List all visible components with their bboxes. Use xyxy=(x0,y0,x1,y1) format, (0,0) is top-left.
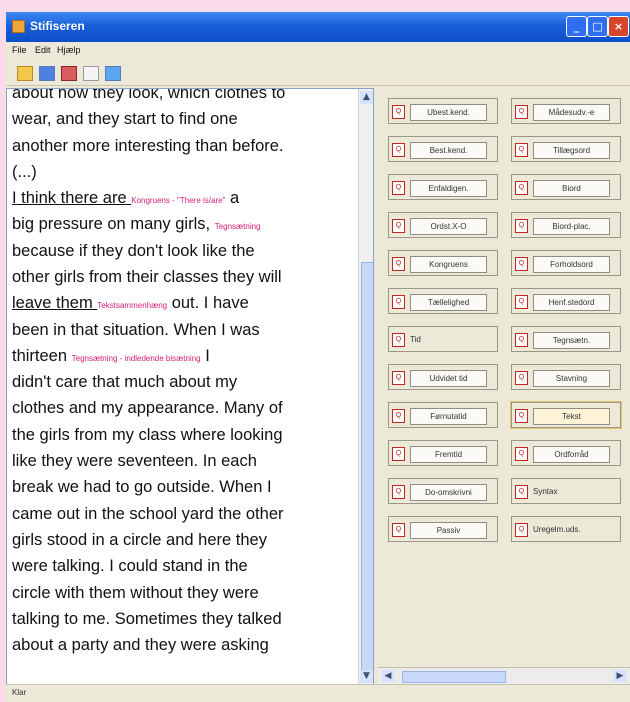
text-line: another more interesting than before. xyxy=(12,137,284,155)
text-line-with-error: thirteen Tegnsætning - indledende bisætn… xyxy=(12,347,210,365)
text-line: wear, and they start to find one xyxy=(12,110,238,128)
text-line: because if they don't look like the xyxy=(12,242,255,260)
text-line: (...) xyxy=(12,163,37,181)
text-line: been in that situation. When I was xyxy=(12,321,260,339)
category-button[interactable]: Q Biord xyxy=(511,174,621,200)
text-line: didn't care that much about my xyxy=(12,373,238,391)
menu-bar: File Edit Hjælp xyxy=(6,42,630,60)
error-category-panel: Q Ubest.kend. Q Mådesudv.-e Q Best.kend. QT… xyxy=(378,88,630,684)
text-line: clothes and my appearance. Many of xyxy=(12,399,283,417)
text-line-with-error: leave them Tekstsammenhæng out. I have xyxy=(12,294,249,312)
category-button[interactable]: Q Henf.stedord xyxy=(511,288,621,314)
close-button[interactable]: × xyxy=(608,16,629,37)
document-icon[interactable] xyxy=(83,66,99,81)
category-button[interactable]: Q Tegnsætn. xyxy=(511,326,621,352)
category-button[interactable]: Q Ubest.kend. xyxy=(388,98,498,124)
category-button[interactable]: Q Uregelm.uds. xyxy=(511,516,621,542)
menu-edit[interactable]: Edit xyxy=(35,45,51,55)
text-line: other girls from their classes they will xyxy=(12,268,282,286)
category-button[interactable]: Q Førnutatid xyxy=(388,402,498,428)
text-line: came out in the school yard the other xyxy=(12,505,284,523)
category-button[interactable]: Q Mådesudv.-e xyxy=(511,98,621,124)
text-line: talking to me. Sometimes they talked xyxy=(12,610,282,628)
text-line-with-error: I think there are Kongruens - "There is/… xyxy=(12,189,240,207)
save-icon[interactable] xyxy=(39,66,55,81)
category-button[interactable]: Q Udvidet tid xyxy=(388,364,498,390)
category-button[interactable]: Q Syntax xyxy=(511,478,621,504)
maximize-button[interactable]: □ xyxy=(587,16,608,37)
category-button[interactable]: Q Do-omskrivni xyxy=(388,478,498,504)
category-button[interactable]: Q Ordforråd xyxy=(511,440,621,466)
error-annotation[interactable]: Kongruens - "There is/are" xyxy=(131,196,225,205)
vertical-scrollbar[interactable]: ▲ ▼ xyxy=(358,89,373,685)
scroll-down-icon[interactable]: ▼ xyxy=(360,670,373,683)
application-window: Stifiseren _ □ × File Edit Hjælp about h… xyxy=(6,12,630,702)
category-button[interactable]: Q Fremtid xyxy=(388,440,498,466)
horizontal-scroll-thumb[interactable] xyxy=(402,671,506,683)
text-line: like they were seventeen. In each xyxy=(12,452,257,470)
error-annotation[interactable]: Tegnsætning - indledende bisætning xyxy=(72,354,201,363)
category-button[interactable]: Q Tillægsord xyxy=(511,136,621,162)
app-icon xyxy=(12,20,25,33)
menu-help[interactable]: Hjælp xyxy=(57,45,81,55)
category-button[interactable]: Q Biord-plac. xyxy=(511,212,621,238)
text-line: break we had to go outside. When I xyxy=(12,478,272,496)
text-editor[interactable]: about how they look, which clothes to we… xyxy=(6,88,374,686)
text-line: circle with them without they were xyxy=(12,584,259,602)
text-line-with-error: big pressure on many girls, Tegnsætning xyxy=(12,215,261,233)
scroll-thumb[interactable] xyxy=(361,262,373,676)
category-button[interactable]: Q Forholdsord xyxy=(511,250,621,276)
category-button[interactable]: Q Stavning xyxy=(511,364,621,390)
category-button[interactable]: Q Enfaldigen. xyxy=(388,174,498,200)
window-icon[interactable] xyxy=(105,66,121,81)
error-annotation[interactable]: Tekstsammenhæng xyxy=(97,301,167,310)
toolbar xyxy=(6,61,630,86)
category-button-selected[interactable]: Q Tekst xyxy=(510,401,622,429)
horizontal-scrollbar[interactable]: ◀ ▶ xyxy=(378,667,630,684)
status-text: Klar xyxy=(12,688,27,697)
text-line: girls stood in a circle and here they xyxy=(12,531,267,549)
category-button[interactable]: Q Tællelighed xyxy=(388,288,498,314)
scroll-up-icon[interactable]: ▲ xyxy=(360,91,373,104)
text-line: were talking. I could stand in the xyxy=(12,557,248,575)
error-annotation[interactable]: Tegnsætning xyxy=(215,222,261,231)
text-line: the girls from my class where looking xyxy=(12,426,283,444)
folder-open-icon[interactable] xyxy=(17,66,33,81)
text-line: about a party and they were asking xyxy=(12,636,269,654)
status-bar: Klar xyxy=(6,684,630,702)
menu-file[interactable]: File xyxy=(12,45,27,55)
window-title: Stifiseren xyxy=(30,19,85,33)
category-button[interactable]: Q Ordst.X-O xyxy=(388,212,498,238)
editor-text-area[interactable]: about how they look, which clothes to we… xyxy=(12,89,357,685)
scroll-right-icon[interactable]: ▶ xyxy=(614,670,626,682)
minimize-button[interactable]: _ xyxy=(566,16,587,37)
edit-icon[interactable] xyxy=(61,66,77,81)
category-button[interactable]: Q Passiv xyxy=(388,516,498,542)
text-line: about how they look, which clothes to xyxy=(12,89,286,102)
title-bar: Stifiseren _ □ × xyxy=(6,12,630,42)
scroll-left-icon[interactable]: ◀ xyxy=(382,670,394,682)
category-button[interactable]: Q Kongruens xyxy=(388,250,498,276)
category-button[interactable]: Q Best.kend. xyxy=(388,136,498,162)
category-button[interactable]: Q Tid xyxy=(388,326,498,352)
